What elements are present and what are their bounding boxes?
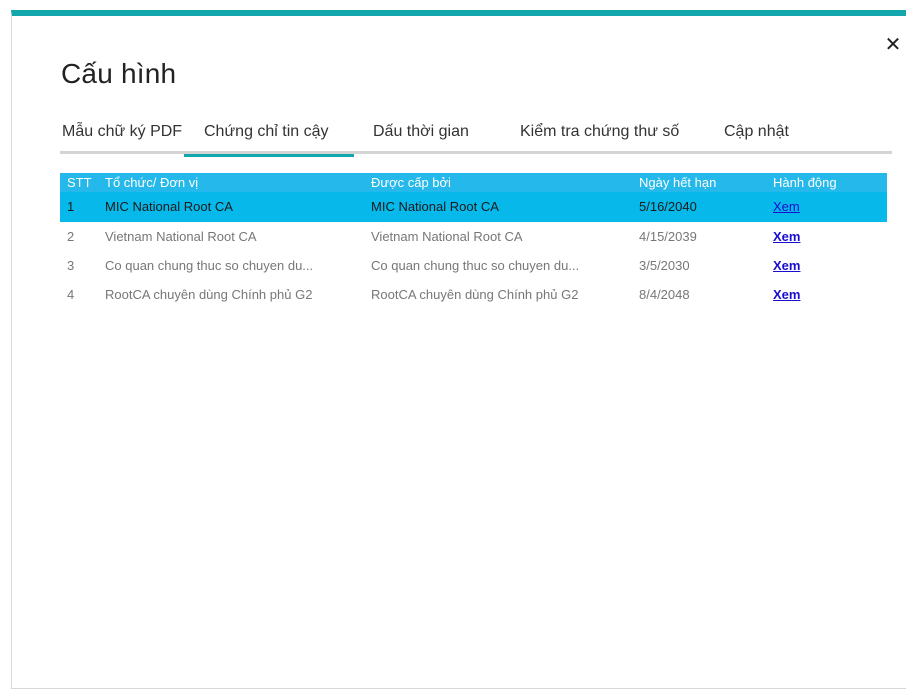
close-icon[interactable]: ✕ [882,34,904,56]
tab-timestamp[interactable]: Dấu thời gian [373,120,469,154]
column-header-expiry: Ngày hết hạn [639,175,717,190]
column-header-stt: STT [67,175,92,190]
view-link[interactable]: Xem [773,280,873,309]
row-stt: 4 [67,287,75,302]
table-row[interactable]: 4 RootCA chuyên dùng Chính phủ G2 RootCA… [60,280,887,309]
column-header-org: Tổ chức/ Đơn vị [105,175,199,190]
row-issuer: RootCA chuyên dùng Chính phủ G2 [371,287,579,302]
column-header-action: Hành động [773,175,837,190]
trusted-certificates-table: STT Tổ chức/ Đơn vị Được cấp bởi Ngày hế… [60,173,887,309]
row-expiry: 3/5/2030 [639,258,690,273]
row-issuer: Co quan chung thuc so chuyen du... [371,258,580,273]
tab-bar: Mẫu chữ ký PDF Chứng chỉ tin cậy Dấu thờ… [60,120,892,157]
row-stt: 3 [67,258,75,273]
row-expiry: 4/15/2039 [639,229,697,244]
row-expiry: 8/4/2048 [639,287,690,302]
table-row[interactable]: 3 Co quan chung thuc so chuyen du... Co … [60,251,887,280]
tab-pdf-signature-template[interactable]: Mẫu chữ ký PDF [62,120,182,154]
row-org: Vietnam National Root CA [105,229,257,244]
view-link[interactable]: Xem [773,251,873,280]
table-header: STT Tổ chức/ Đơn vị Được cấp bởi Ngày hế… [60,173,887,192]
tab-certificate-check[interactable]: Kiểm tra chứng thư số [520,120,679,154]
view-link[interactable]: Xem [773,222,873,251]
tab-trusted-certificates-label: Chứng chỉ tin cậy [204,123,329,140]
tab-trusted-certificates[interactable]: Chứng chỉ tin cậy [184,120,354,157]
dialog-title: Cấu hình [61,58,177,89]
tab-update[interactable]: Cập nhật [724,120,789,154]
row-expiry: 5/16/2040 [639,199,697,214]
row-org: MIC National Root CA [105,199,233,214]
table-row[interactable]: 1 MIC National Root CA MIC National Root… [60,192,887,222]
table-row[interactable]: 2 Vietnam National Root CA Vietnam Natio… [60,222,887,251]
view-link[interactable]: Xem [773,192,873,222]
row-org: RootCA chuyên dùng Chính phủ G2 [105,287,313,302]
row-org: Co quan chung thuc so chuyen du... [105,258,314,273]
config-dialog: ✕ Cấu hình Mẫu chữ ký PDF Chứng chỉ tin … [11,10,906,689]
row-issuer: MIC National Root CA [371,199,499,214]
row-stt: 2 [67,229,75,244]
row-issuer: Vietnam National Root CA [371,229,523,244]
column-header-issuer: Được cấp bởi [371,175,451,190]
row-stt: 1 [67,199,75,214]
